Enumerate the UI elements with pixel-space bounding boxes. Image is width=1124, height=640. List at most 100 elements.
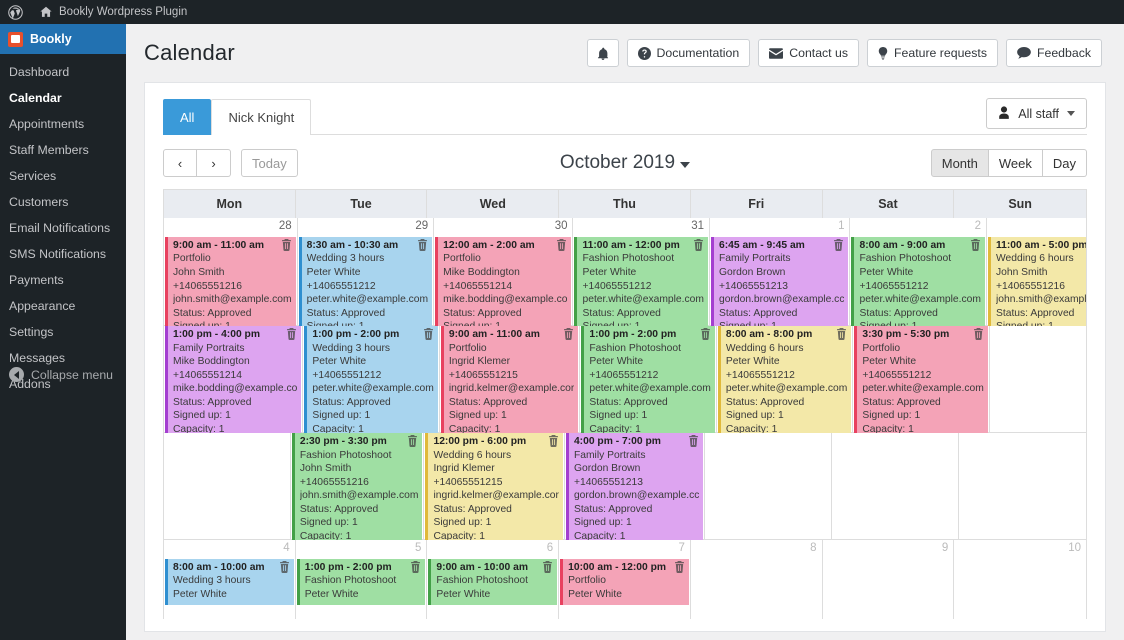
calendar-day-cell[interactable]: 3 11:00 am - 5:00 pm Wedding 6 hoursJohn S… xyxy=(986,218,1086,351)
feature-requests-button[interactable]: Feature requests xyxy=(867,39,998,67)
home-icon xyxy=(39,5,53,19)
sidebar-item-dashboard[interactable]: Dashboard xyxy=(0,60,126,86)
calendar-day-cell[interactable]: 6 9:00 am - 10:00 am Fashion Photoshoot Pet… xyxy=(427,540,560,619)
today-button[interactable]: Today xyxy=(241,149,298,177)
sidebar-item-email-notifications[interactable]: Email Notifications xyxy=(0,216,126,242)
calendar-day-cell[interactable]: 4 8:00 am - 10:00 am Wedding 3 hours Peter … xyxy=(164,540,296,619)
appointment-event[interactable]: 9:00 am - 11:00 am Portfolio Ingrid Klemer… xyxy=(440,326,579,440)
calendar-day-cell[interactable]: 8:00 am - 8:00 pm Wedding 6 hours Peter Wh… xyxy=(716,326,854,440)
calendar-day-cell[interactable]: 1:00 pm - 4:00 pm Family Portraits Mike Bo… xyxy=(164,326,304,440)
calendar-day-cell[interactable]: 30 12:00 am - 2:00 am Portfolio Mike Boddin… xyxy=(434,218,574,351)
collapse-menu-button[interactable]: Collapse menu xyxy=(0,361,126,388)
delete-appointment-icon[interactable] xyxy=(548,435,559,447)
event-customer: Peter White xyxy=(568,588,622,600)
appointment-event[interactable]: 4:00 pm - 7:00 pm Family Portraits Gordon … xyxy=(565,433,704,547)
appointment-event[interactable]: 9:00 am - 10:00 am Fashion Photoshoot Pete… xyxy=(428,558,558,605)
appointment-event[interactable]: 8:00 am - 10:00 am Wedding 3 hours Peter W… xyxy=(165,558,294,605)
notifications-button[interactable] xyxy=(586,39,619,67)
prev-month-button[interactable]: ‹ xyxy=(163,149,197,177)
appointment-event[interactable]: 8:00 am - 8:00 pm Wedding 6 hours Peter Wh… xyxy=(717,326,852,440)
site-name-menu[interactable]: Bookly Wordpress Plugin xyxy=(31,0,195,24)
calendar-day-cell[interactable]: 12:00 pm - 6:00 pm Wedding 6 hours Ingrid … xyxy=(424,433,565,547)
calendar-day-cell[interactable]: 3:30 pm - 5:30 pm Portfolio Peter White +14… xyxy=(853,326,990,440)
view-week-button[interactable]: Week xyxy=(988,149,1043,177)
delete-appointment-icon[interactable] xyxy=(542,560,553,573)
view-month-button[interactable]: Month xyxy=(930,149,989,177)
calendar-day-cell[interactable] xyxy=(959,433,1086,539)
event-status: Status: Approved xyxy=(443,307,522,319)
feedback-button[interactable]: Feedback xyxy=(1005,39,1102,67)
sidebar-item-appearance[interactable]: Appearance xyxy=(0,294,126,320)
calendar-day-cell[interactable]: 9 xyxy=(822,540,955,619)
event-phone: +14065551215 xyxy=(448,369,518,381)
delete-appointment-icon[interactable] xyxy=(556,238,567,251)
calendar-day-cell[interactable]: 28 9:00 am - 11:00 am Portfolio John Smith +… xyxy=(164,218,298,351)
calendar-day-cell[interactable]: 1:00 pm - 2:00 pm Fashion Photoshoot Peter… xyxy=(580,326,717,440)
calendar-day-cell[interactable]: 2:30 pm - 3:30 pm Fashion Photoshoot John … xyxy=(290,433,425,547)
view-day-button[interactable]: Day xyxy=(1042,149,1087,177)
tab-all-staff[interactable]: All xyxy=(163,99,212,135)
event-customer: John Smith xyxy=(173,266,225,278)
contact-us-button[interactable]: Contact us xyxy=(758,39,860,67)
appointment-event[interactable]: 12:00 pm - 6:00 pm Wedding 6 hours Ingrid … xyxy=(425,433,563,547)
appointment-event[interactable]: 1:00 pm - 2:00 pm Fashion Photoshoot Peter… xyxy=(581,326,715,440)
tab-nick-knight[interactable]: Nick Knight xyxy=(211,99,312,135)
sidebar-item-payments[interactable]: Payments xyxy=(0,268,126,294)
event-service: Fashion Photoshoot xyxy=(582,253,675,265)
appointment-event[interactable]: 1:00 pm - 2:00 pm Wedding 3 hours Peter Wh… xyxy=(304,326,438,440)
delete-appointment-icon[interactable] xyxy=(279,560,290,573)
appointment-event[interactable]: 1:00 pm - 2:00 pm Fashion Photoshoot Peter… xyxy=(296,558,426,605)
wordpress-logo-menu[interactable] xyxy=(0,0,31,24)
calendar-day-cell[interactable] xyxy=(832,433,960,539)
calendar-day-cell[interactable]: 31 11:00 am - 12:00 pm Fashion Photoshoot P… xyxy=(573,218,710,351)
event-phone: +14065551212 xyxy=(859,280,929,292)
sidebar-item-staff-members[interactable]: Staff Members xyxy=(0,138,126,164)
calendar-day-cell[interactable]: 8 xyxy=(690,540,823,619)
delete-appointment-icon[interactable] xyxy=(417,238,428,251)
delete-appointment-icon[interactable] xyxy=(281,238,292,251)
delete-appointment-icon[interactable] xyxy=(973,328,984,340)
sidebar-item-services[interactable]: Services xyxy=(0,164,126,190)
delete-appointment-icon[interactable] xyxy=(423,328,434,340)
calendar-day-cell[interactable] xyxy=(705,433,833,539)
appointment-event[interactable]: 3:30 pm - 5:30 pm Portfolio Peter White +14… xyxy=(854,326,988,440)
calendar-week-row: 4 8:00 am - 10:00 am Wedding 3 hours Peter … xyxy=(164,539,1086,619)
event-phone: +14065551213 xyxy=(718,280,788,292)
calendar-day-cell[interactable]: 9:00 am - 11:00 am Portfolio Ingrid Klemer… xyxy=(439,326,581,440)
delete-appointment-icon[interactable] xyxy=(563,328,574,340)
calendar-day-cell[interactable] xyxy=(164,433,291,539)
sidebar-item-appointments[interactable]: Appointments xyxy=(0,112,126,138)
calendar-day-cell[interactable]: 7 10:00 am - 12:00 pm Portfolio Peter White xyxy=(559,540,691,619)
calendar-day-cell[interactable]: 1 6:45 am - 9:45 am Family Portraits Gordon… xyxy=(709,218,851,351)
appointment-event[interactable]: 10:00 am - 12:00 pm Portfolio Peter White xyxy=(560,558,689,605)
calendar-day-cell[interactable]: 5 1:00 pm - 2:00 pm Fashion Photoshoot Pete… xyxy=(295,540,428,619)
calendar-day-cell[interactable]: 4:00 pm - 7:00 pm Family Portraits Gordon … xyxy=(564,433,706,547)
delete-appointment-icon[interactable] xyxy=(410,560,421,573)
appointment-event[interactable]: 1:00 pm - 4:00 pm Family Portraits Mike Bo… xyxy=(165,326,302,440)
sidebar-item-customers[interactable]: Customers xyxy=(0,190,126,216)
sidebar-item-settings[interactable]: Settings xyxy=(0,320,126,346)
delete-appointment-icon[interactable] xyxy=(970,238,981,251)
delete-appointment-icon[interactable] xyxy=(833,238,844,251)
event-time: 9:00 am - 11:00 am xyxy=(448,329,540,340)
delete-appointment-icon[interactable] xyxy=(693,238,704,251)
sidebar-item-bookly[interactable]: Bookly xyxy=(0,24,134,54)
delete-appointment-icon[interactable] xyxy=(286,328,297,340)
next-month-button[interactable]: › xyxy=(197,149,231,177)
staff-filter-dropdown[interactable]: All staff xyxy=(986,98,1087,129)
delete-appointment-icon[interactable] xyxy=(700,328,711,340)
calendar-day-cell[interactable]: 1:00 pm - 2:00 pm Wedding 3 hours Peter Wh… xyxy=(303,326,440,440)
delete-appointment-icon[interactable] xyxy=(688,435,699,447)
calendar-day-cell[interactable] xyxy=(989,326,1086,432)
calendar-day-cell[interactable]: 29 8:30 am - 10:30 am Wedding 3 hours Peter… xyxy=(297,218,435,351)
delete-appointment-icon[interactable] xyxy=(674,560,685,573)
appointment-event[interactable]: 2:30 pm - 3:30 pm Fashion Photoshoot John … xyxy=(291,433,423,547)
sidebar-item-sms-notifications[interactable]: SMS Notifications xyxy=(0,242,126,268)
calendar-day-cell[interactable]: 2 8:00 am - 9:00 am Fashion Photoshoot Pete… xyxy=(850,218,987,351)
delete-appointment-icon[interactable] xyxy=(836,328,847,340)
sidebar-item-calendar[interactable]: Calendar xyxy=(0,86,126,112)
documentation-button[interactable]: Documentation xyxy=(626,39,751,67)
day-number: 1 xyxy=(838,220,845,232)
calendar-day-cell[interactable]: 10 xyxy=(954,540,1086,619)
delete-appointment-icon[interactable] xyxy=(407,435,418,447)
